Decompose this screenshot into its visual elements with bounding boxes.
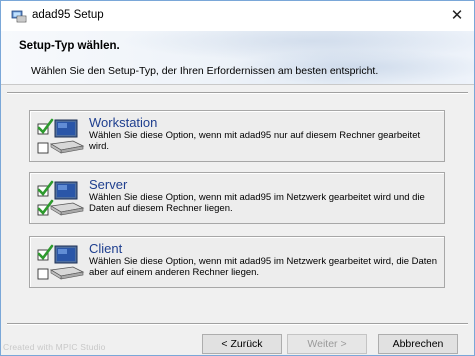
wizard-header: Setup-Typ wählen. Wählen Sie den Setup-T… xyxy=(1,31,474,85)
option-server[interactable]: Server Wählen Sie diese Option, wenn mit… xyxy=(29,172,445,224)
divider xyxy=(7,92,468,94)
close-icon: ✕ xyxy=(450,7,464,24)
option-description: Wählen Sie diese Option, wenn mit adad95… xyxy=(89,256,437,278)
option-title: Server xyxy=(89,177,128,192)
option-title: Client xyxy=(89,241,123,256)
setup-app-icon xyxy=(11,10,27,23)
option-description: Wählen Sie diese Option, wenn mit adad95… xyxy=(89,130,421,152)
cancel-button[interactable]: Abbrechen xyxy=(378,334,458,354)
back-button[interactable]: < Zurück xyxy=(202,334,282,354)
page-subtitle: Wählen Sie den Setup-Typ, der Ihren Erfo… xyxy=(31,65,379,77)
page-title: Setup-Typ wählen. xyxy=(19,40,120,52)
divider xyxy=(7,323,468,325)
option-client[interactable]: Client Wählen Sie diese Option, wenn mit… xyxy=(29,236,445,288)
setup-window: adad95 Setup ✕ Setup-Typ wählen. Wählen … xyxy=(0,0,475,356)
window-title: adad95 Setup xyxy=(32,9,104,21)
computer-check-icon xyxy=(37,118,85,154)
close-button[interactable]: ✕ xyxy=(440,1,474,31)
title-bar: adad95 Setup ✕ xyxy=(1,1,474,31)
computer-check-icon xyxy=(37,180,85,216)
option-workstation[interactable]: Workstation Wählen Sie diese Option, wen… xyxy=(29,110,445,162)
option-title: Workstation xyxy=(89,115,158,130)
option-description: Wählen Sie diese Option, wenn mit adad95… xyxy=(89,192,425,214)
next-button[interactable]: Weiter > xyxy=(287,334,367,354)
watermark-text: Created with MPIC Studio xyxy=(3,342,106,352)
computer-check-icon xyxy=(37,244,85,280)
